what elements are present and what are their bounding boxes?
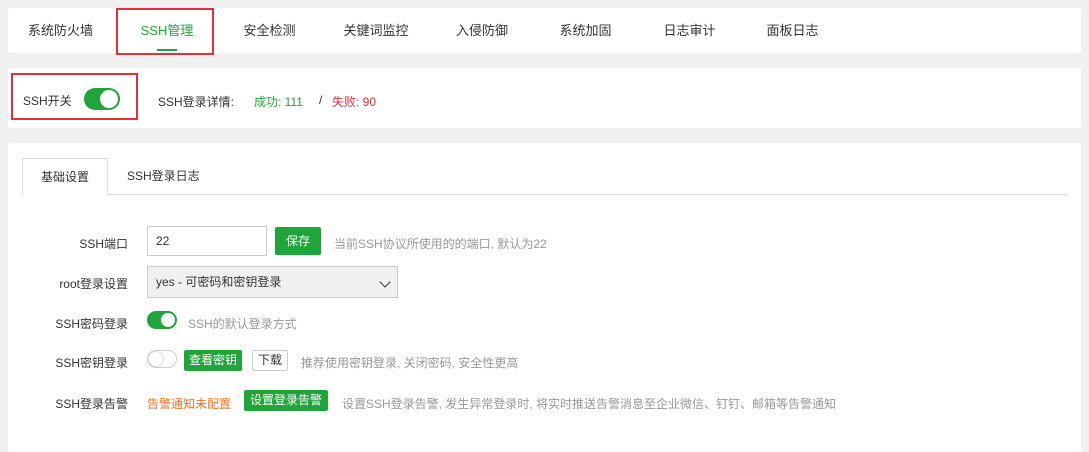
- chevron-down-icon: [379, 276, 391, 288]
- tab-label: 日志审计: [663, 23, 716, 38]
- view-key-button[interactable]: 查看密钥: [184, 350, 242, 371]
- password-login-label: SSH密码登录: [55, 317, 128, 331]
- tab-panel-log[interactable]: 面板日志: [741, 8, 844, 53]
- sub-tabs: 基础设置 SSH登录日志: [22, 158, 1067, 196]
- tab-log-audit[interactable]: 日志审计: [638, 8, 741, 53]
- tab-intrusion-prevention[interactable]: 入侵防御: [431, 8, 533, 53]
- tab-label: 安全检测: [243, 23, 296, 38]
- toggle-knob: [161, 313, 175, 327]
- login-detail-label: SSH登录详情:: [158, 95, 235, 109]
- login-alert-hint: 设置SSH登录告警, 发生异常登录时, 将实时推送告警消息至企业微信、钉钉、邮箱…: [342, 397, 837, 411]
- key-login-label: SSH密钥登录: [55, 356, 128, 370]
- save-port-button[interactable]: 保存: [275, 227, 321, 255]
- password-login-toggle[interactable]: [147, 311, 177, 329]
- login-fail-count: 失败: 90: [332, 95, 377, 109]
- ssh-port-hint: 当前SSH协议所使用的的端口, 默认为22: [334, 237, 547, 251]
- ssh-port-value: 22: [156, 234, 170, 248]
- button-label: 下载: [257, 353, 282, 367]
- setup-login-alert-button[interactable]: 设置登录告警: [244, 390, 328, 411]
- settings-panel: 基础设置 SSH登录日志 SSH端口 22 保存 当前SSH协议所使用的的端口,…: [8, 143, 1081, 452]
- tab-security-check[interactable]: 安全检测: [218, 8, 321, 53]
- ssh-switch-bar: SSH开关 SSH登录详情: 成功: 111 / 失败: 90: [8, 68, 1081, 128]
- root-login-selected-value: yes - 可密码和密钥登录: [156, 275, 282, 289]
- highlight-box-ssh-tab: [116, 8, 214, 55]
- tab-firewall[interactable]: 系统防火墙: [8, 8, 113, 53]
- key-login-hint: 推荐使用密钥登录, 关闭密码, 安全性更高: [301, 356, 519, 370]
- key-login-toggle[interactable]: [147, 350, 177, 368]
- alert-not-configured-link[interactable]: 告警通知未配置: [147, 395, 231, 412]
- root-login-select[interactable]: yes - 可密码和密钥登录: [147, 266, 398, 298]
- button-label: 查看密钥: [188, 353, 237, 367]
- subtab-label: SSH登录日志: [127, 169, 200, 183]
- root-login-label: root登录设置: [59, 277, 128, 291]
- subtab-ssh-login-log[interactable]: SSH登录日志: [109, 158, 218, 195]
- tab-label: 系统加固: [559, 23, 612, 38]
- separator: /: [319, 93, 323, 107]
- toggle-knob: [149, 352, 163, 366]
- subtab-label: 基础设置: [41, 170, 90, 184]
- login-success-count: 成功: 111: [254, 95, 303, 109]
- button-label: 设置登录告警: [249, 393, 322, 407]
- ssh-port-input[interactable]: 22: [147, 226, 267, 256]
- login-alert-label: SSH登录告警: [55, 397, 128, 411]
- tab-system-hardening[interactable]: 系统加固: [533, 8, 638, 53]
- ssh-port-label: SSH端口: [79, 237, 128, 251]
- highlight-box-ssh-switch: [11, 73, 138, 120]
- tab-label: 面板日志: [766, 23, 819, 38]
- tab-label: 系统防火墙: [27, 23, 93, 38]
- tab-label: 关键词监控: [343, 23, 409, 38]
- tab-keyword-monitor[interactable]: 关键词监控: [321, 8, 431, 53]
- password-login-hint: SSH的默认登录方式: [188, 317, 297, 331]
- tab-label: 入侵防御: [455, 23, 508, 38]
- download-key-button[interactable]: 下载: [252, 350, 288, 371]
- button-label: 保存: [285, 234, 310, 248]
- subtab-basic-settings[interactable]: 基础设置: [22, 158, 109, 196]
